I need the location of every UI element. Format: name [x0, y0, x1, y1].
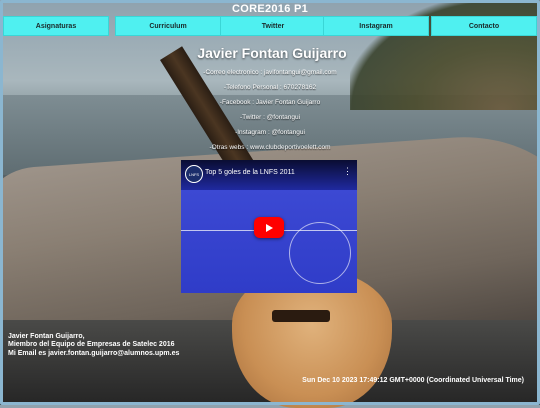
window-frame: [0, 0, 540, 405]
